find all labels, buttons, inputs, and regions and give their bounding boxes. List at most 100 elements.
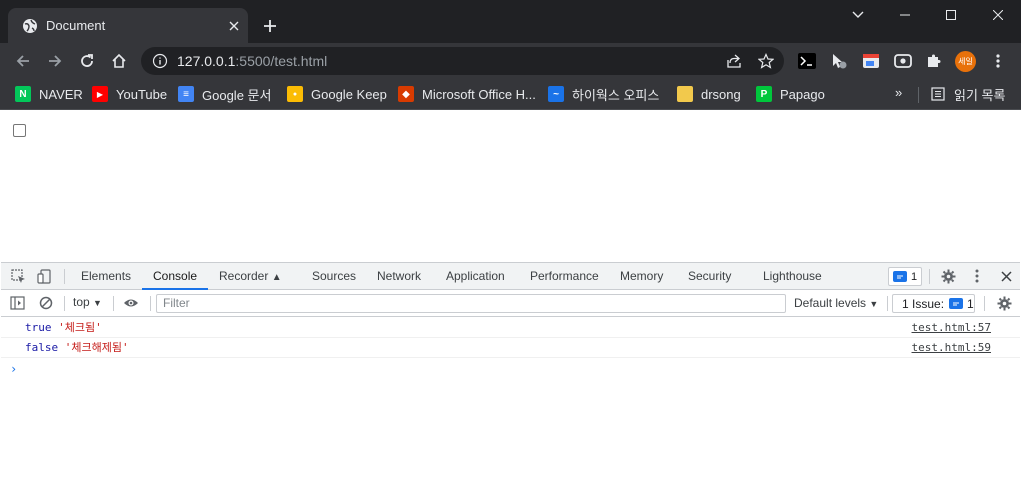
- reading-list-label: 읽기 목록: [954, 87, 1006, 103]
- message-icon: [949, 298, 964, 309]
- star-icon[interactable]: [758, 53, 774, 69]
- tab-network[interactable]: Network: [377, 263, 421, 290]
- tab-application[interactable]: Application: [446, 263, 505, 290]
- url-text: 127.0.0.1:5500/test.html: [177, 53, 327, 69]
- cursor-extension-icon[interactable]: [829, 51, 849, 71]
- console-settings-gear-icon[interactable]: [996, 295, 1012, 311]
- forward-icon[interactable]: [41, 47, 69, 75]
- console-filter-input[interactable]: Filter: [156, 294, 786, 313]
- tab-lighthouse[interactable]: Lighthouse: [763, 263, 822, 290]
- log-source-link[interactable]: test.html:59: [912, 338, 991, 358]
- issues-label: 1 Issue:: [902, 296, 945, 311]
- bookmark-label: YouTube: [116, 86, 168, 102]
- log-source-link[interactable]: test.html:57: [912, 318, 991, 338]
- tab-security[interactable]: Security: [688, 263, 731, 290]
- bookmark-google-keep[interactable]: ● Google Keep: [287, 85, 387, 103]
- bookmarks-overflow-button[interactable]: »: [895, 85, 902, 100]
- bookmark-label: NAVER: [39, 86, 83, 102]
- toolbar-divider: [887, 296, 888, 311]
- bookmark-naver[interactable]: N NAVER: [15, 85, 83, 103]
- globe-icon: [22, 18, 38, 34]
- profile-avatar[interactable]: 세일: [955, 51, 976, 72]
- window-extension-icon[interactable]: [861, 51, 881, 71]
- kebab-menu-icon[interactable]: [988, 51, 1008, 71]
- chevron-down-icon[interactable]: [835, 0, 881, 30]
- tab-memory[interactable]: Memory: [620, 263, 663, 290]
- screen-extension-icon[interactable]: [893, 51, 913, 71]
- context-value: top: [73, 295, 90, 309]
- bookmark-label: Google 문서: [202, 87, 272, 103]
- bookmark-youtube[interactable]: ▶ YouTube: [92, 85, 167, 103]
- docs-icon: ≡: [178, 86, 194, 102]
- toolbar-divider: [984, 296, 985, 311]
- device-toolbar-icon[interactable]: [36, 268, 52, 284]
- log-levels-dropdown[interactable]: Default levels ▼: [794, 296, 878, 310]
- tab-console[interactable]: Console: [142, 263, 209, 290]
- console-log-row: true '체크됨' test.html:57: [1, 318, 1020, 338]
- triangle-down-icon: ▼: [869, 299, 879, 309]
- clear-console-icon[interactable]: [38, 295, 54, 311]
- page-checkbox[interactable]: [13, 124, 26, 137]
- bookmark-label: drsong: [701, 86, 741, 102]
- tab-recorder-label: Recorder: [219, 269, 269, 283]
- message-icon: [892, 271, 907, 282]
- address-bar[interactable]: 127.0.0.1:5500/test.html: [141, 47, 784, 75]
- share-icon[interactable]: [726, 53, 742, 69]
- bookmark-microsoft-office[interactable]: ◆ Microsoft Office H...: [398, 85, 536, 103]
- minimize-icon[interactable]: [882, 0, 928, 30]
- browser-toolbar: 127.0.0.1:5500/test.html 세일: [0, 43, 1021, 79]
- bookmark-label: 하이웍스 오피스: [572, 87, 660, 103]
- eye-icon[interactable]: [123, 295, 139, 311]
- toolbar-divider: [64, 296, 65, 311]
- page-viewport: [1, 111, 1020, 262]
- bookmarks-bar: N NAVER ▶ YouTube ≡ Google 문서 ● Google K…: [0, 79, 1021, 110]
- bookmark-drsong[interactable]: drsong: [677, 85, 741, 103]
- close-devtools-icon[interactable]: [998, 268, 1014, 284]
- flask-icon: ▲: [271, 272, 282, 283]
- puzzle-icon[interactable]: [924, 51, 944, 71]
- tab-performance[interactable]: Performance: [530, 263, 599, 290]
- bookmark-hiworks[interactable]: ~ 하이웍스 오피스: [548, 85, 659, 103]
- close-icon[interactable]: [975, 0, 1021, 30]
- bookmark-google-docs[interactable]: ≡ Google 문서: [178, 85, 271, 103]
- url-path: :5500/test.html: [235, 53, 328, 69]
- maximize-icon[interactable]: [928, 0, 974, 30]
- browser-title-bar: Document: [0, 0, 1021, 43]
- sidebar-toggle-icon[interactable]: [9, 295, 25, 311]
- gear-icon[interactable]: [940, 268, 956, 284]
- console-output: true '체크됨' test.html:57 false '체크해제됨' te…: [1, 318, 1020, 376]
- folder-icon: [677, 86, 693, 102]
- tab-recorder[interactable]: Recorder ▲: [219, 263, 282, 290]
- log-message: false '체크해제됨': [25, 338, 129, 358]
- tab-elements[interactable]: Elements: [81, 263, 131, 290]
- close-icon[interactable]: [226, 18, 242, 34]
- reading-list-icon: [930, 86, 946, 102]
- triangle-down-icon: ▼: [93, 298, 102, 308]
- messages-badge[interactable]: 1: [888, 267, 922, 286]
- papago-icon: P: [756, 86, 772, 102]
- new-tab-button[interactable]: [260, 16, 280, 36]
- browser-tab[interactable]: Document: [8, 8, 248, 43]
- terminal-extension-icon[interactable]: [797, 51, 817, 71]
- console-toolbar: top ▼ Filter Default levels ▼ 1 Issue: 1: [1, 290, 1020, 317]
- message-count: 1: [910, 270, 918, 283]
- context-selector[interactable]: top ▼: [73, 295, 102, 309]
- bookmark-label: Google Keep: [311, 86, 387, 102]
- issues-button[interactable]: 1 Issue: 1: [892, 294, 975, 313]
- info-icon[interactable]: [152, 53, 168, 69]
- console-prompt[interactable]: ›: [10, 362, 17, 376]
- toolbar-divider: [929, 269, 930, 284]
- bookmark-papago[interactable]: P Papago: [756, 85, 825, 103]
- more-options-icon[interactable]: [969, 268, 985, 284]
- home-icon[interactable]: [105, 47, 133, 75]
- reading-list-button[interactable]: 읽기 목록: [930, 85, 1005, 103]
- youtube-icon: ▶: [92, 86, 108, 102]
- log-levels-label: Default levels: [794, 296, 867, 310]
- devtools-panel: Elements Console Recorder ▲ Sources Netw…: [1, 262, 1020, 481]
- reload-icon[interactable]: [73, 47, 101, 75]
- devtools-tab-bar: Elements Console Recorder ▲ Sources Netw…: [1, 263, 1020, 290]
- tab-sources[interactable]: Sources: [312, 263, 356, 290]
- inspect-element-icon[interactable]: [10, 268, 26, 284]
- keep-icon: ●: [287, 86, 303, 102]
- back-icon[interactable]: [9, 47, 37, 75]
